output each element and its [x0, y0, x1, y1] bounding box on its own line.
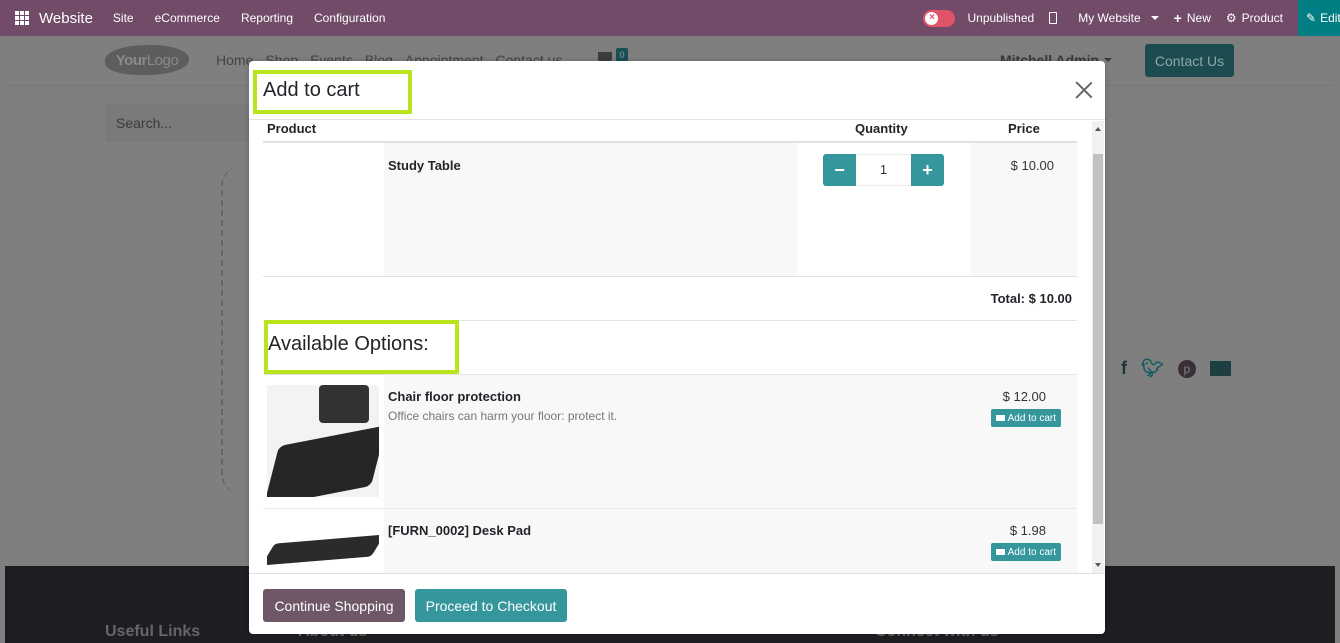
twitter-icon[interactable]: 🐦︎	[1141, 358, 1164, 379]
apps-grid-icon[interactable]	[15, 11, 29, 25]
app-brand[interactable]: Website	[39, 10, 93, 27]
scrollbar-thumb[interactable]	[1093, 154, 1103, 524]
mobile-preview-button[interactable]	[1049, 12, 1063, 24]
add-to-cart-label: Add to cart	[1007, 412, 1056, 424]
modal-body: Product Quantity Price Study Table − 1 +…	[249, 121, 1105, 573]
option-add-to-cart-button[interactable]: Add to cart	[990, 543, 1061, 561]
caret-down-icon	[1104, 58, 1113, 62]
main-product-row: Study Table − 1 + $ 10.00	[263, 143, 1077, 277]
option-row: [FURN_0002] Desk Pad $ 1.98 Add to cart	[263, 509, 1077, 573]
close-icon[interactable]	[1075, 81, 1093, 99]
option-price: $ 12.00	[1002, 389, 1046, 404]
cart-total: Total: $ 10.00	[990, 291, 1072, 306]
option-price: $ 1.98	[1009, 523, 1046, 538]
footer-useful-links: Useful Links	[105, 623, 201, 640]
new-label: New	[1186, 11, 1211, 25]
cart-icon[interactable]	[598, 52, 612, 61]
product-button[interactable]: ⚙ Product	[1226, 11, 1283, 25]
envelope-icon[interactable]	[1209, 361, 1231, 376]
caret-down-icon	[1150, 16, 1159, 20]
publish-toggle[interactable]: × Unpublished	[923, 9, 1035, 27]
option-info: Chair floor protection Office chairs can…	[384, 375, 1077, 508]
modal-title: Add to cart	[263, 79, 360, 101]
option-add-to-cart-button[interactable]: Add to cart	[990, 409, 1061, 427]
chair-shape	[319, 385, 369, 423]
admin-topbar: Website Site eCommerce Reporting Configu…	[0, 0, 1340, 36]
col-price: Price	[1008, 121, 1040, 136]
social-links: f 🐦︎ p	[1121, 358, 1231, 379]
toggle-off-icon[interactable]: ×	[923, 9, 956, 27]
search-input[interactable]: Search...	[105, 104, 265, 142]
site-logo[interactable]: Your Logo	[105, 45, 189, 75]
contact-us-button[interactable]: Contact Us	[1145, 44, 1234, 77]
floor-mat-shape	[267, 425, 379, 497]
modal-header: Add to cart	[249, 61, 1105, 120]
logo-light: Logo	[146, 51, 179, 69]
scroll-up-icon[interactable]	[1095, 127, 1101, 131]
edit-button[interactable]: ✎ Edit	[1298, 0, 1340, 36]
product-name: Study Table	[388, 158, 461, 173]
product-name-cell: Study Table	[384, 143, 797, 276]
option-row: Chair floor protection Office chairs can…	[263, 375, 1077, 509]
product-label: Product	[1241, 11, 1283, 25]
quantity-stepper: − 1 +	[823, 154, 944, 186]
col-quantity: Quantity	[855, 121, 908, 136]
website-selector[interactable]: My Website	[1078, 11, 1159, 25]
product-price: $ 10.00	[1010, 158, 1054, 173]
mobile-icon	[1049, 12, 1058, 24]
option-description: Office chairs can harm your floor: prote…	[388, 409, 618, 423]
pencil-icon: ✎	[1306, 11, 1317, 25]
continue-shopping-button[interactable]: Continue Shopping	[263, 589, 405, 622]
product-price-cell: $ 10.00	[971, 143, 1077, 276]
logo-bold: Your	[115, 51, 148, 69]
option-name: Chair floor protection	[388, 389, 521, 404]
decrease-quantity-button[interactable]: −	[823, 154, 856, 186]
quantity-input[interactable]: 1	[856, 154, 911, 186]
add-to-cart-modal: Add to cart Product Quantity Price Study…	[249, 61, 1105, 634]
facebook-icon[interactable]: f	[1121, 358, 1127, 379]
increase-quantity-button[interactable]: +	[911, 154, 944, 186]
option-info: [FURN_0002] Desk Pad $ 1.98 Add to cart	[384, 509, 1077, 573]
add-to-cart-label: Add to cart	[1007, 546, 1056, 558]
cart-count-badge: 0	[616, 48, 628, 62]
menu-ecommerce[interactable]: eCommerce	[155, 11, 220, 25]
menu-reporting[interactable]: Reporting	[241, 11, 293, 25]
desk-pad-shape	[267, 534, 379, 566]
option-image	[267, 385, 379, 497]
col-product: Product	[267, 121, 317, 136]
plus-icon: +	[1173, 10, 1182, 26]
options-title: Available Options:	[268, 333, 429, 355]
gear-icon: ⚙	[1225, 11, 1237, 25]
publish-status: Unpublished	[967, 11, 1035, 25]
table-header: Product Quantity Price	[263, 121, 1077, 143]
modal-footer: Continue Shopping Proceed to Checkout	[249, 573, 1105, 634]
website-selector-label: My Website	[1078, 11, 1141, 25]
menu-site[interactable]: Site	[113, 11, 134, 25]
cart-icon	[995, 549, 1005, 555]
option-name: [FURN_0002] Desk Pad	[388, 523, 532, 538]
pinterest-icon[interactable]: p	[1177, 359, 1196, 378]
cart-icon	[995, 415, 1005, 421]
modal-scrollbar[interactable]	[1092, 121, 1104, 573]
nav-home[interactable]: Home	[216, 52, 253, 68]
scroll-down-icon[interactable]	[1095, 563, 1101, 567]
new-button[interactable]: + New	[1174, 10, 1211, 26]
menu-configuration[interactable]: Configuration	[314, 11, 385, 25]
option-image	[267, 519, 379, 573]
proceed-to-checkout-button[interactable]: Proceed to Checkout	[415, 589, 567, 622]
edit-label: Edit	[1320, 11, 1340, 25]
